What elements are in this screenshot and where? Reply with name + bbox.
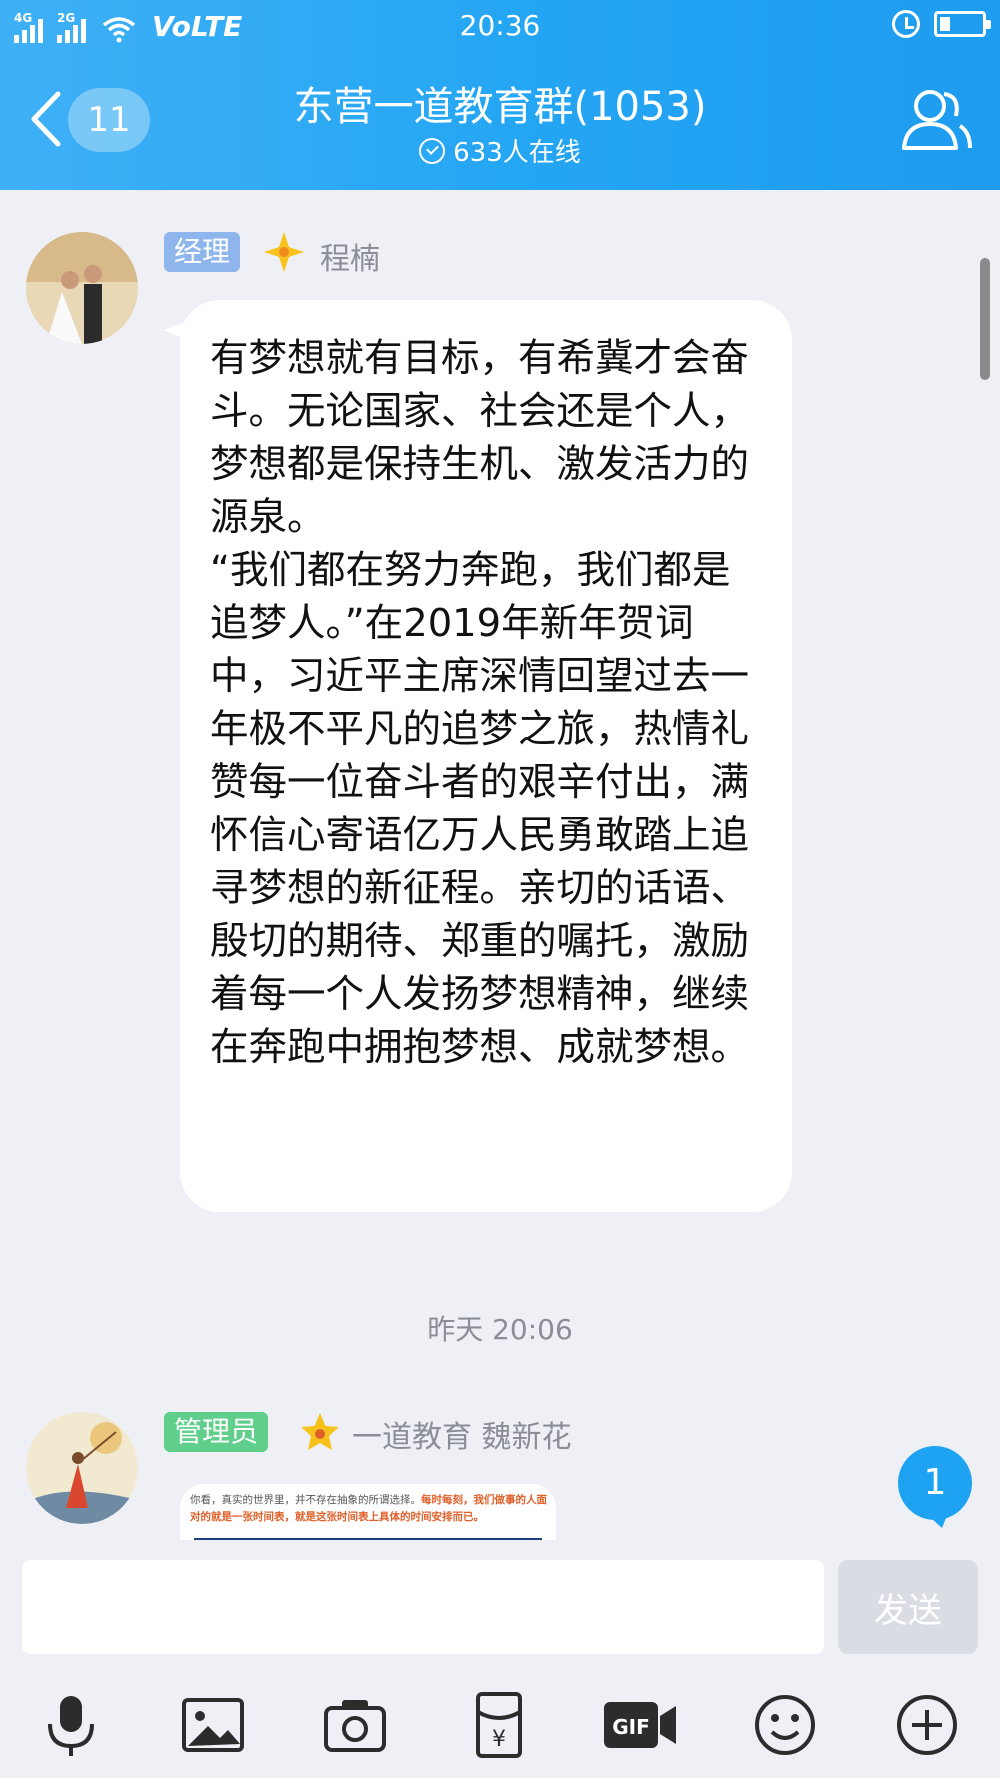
scrollbar[interactable]: [980, 258, 990, 380]
wedding-photo-icon: [26, 232, 138, 344]
badge-tail: [920, 1508, 950, 1528]
sender-name[interactable]: 一道教育 魏新花: [352, 1412, 572, 1456]
status-right: [892, 10, 991, 38]
svg-text:¥: ¥: [492, 1727, 506, 1752]
star-icon: [301, 1413, 339, 1450]
header: 4G 2G VoLTE 20:36 11 东营一道教育群(1053) 633人在…: [0, 0, 1000, 190]
battery-icon: [934, 11, 991, 37]
chat-title: 东营一道教育群(1053): [293, 84, 707, 130]
role-tag-admin: 管理员: [164, 1412, 269, 1452]
role-tag-manager: 经理: [164, 232, 241, 272]
online-count: 633人在线: [453, 138, 581, 168]
online-status[interactable]: 633人在线: [0, 132, 1000, 169]
group-members-icon[interactable]: [898, 84, 974, 154]
send-button[interactable]: 发送: [838, 1560, 978, 1654]
avatar[interactable]: [26, 232, 138, 344]
input-bar: 发送 ¥ GIF: [0, 1540, 1000, 1778]
diamond-star-icon: [264, 232, 304, 272]
image-caption: 你看，真实的世界里，并不存在抽象的所谓选择。每时每刻，我们做事的人面对的就是一张…: [190, 1494, 547, 1523]
camera-icon[interactable]: [320, 1690, 390, 1760]
alarm-icon: [892, 10, 920, 38]
gif-icon[interactable]: GIF: [600, 1690, 680, 1760]
painting-avatar-icon: [26, 1412, 138, 1524]
message-input[interactable]: [22, 1560, 824, 1654]
clock: 20:36: [459, 9, 541, 42]
red-packet-icon[interactable]: ¥: [464, 1690, 534, 1760]
plus-icon[interactable]: [892, 1690, 962, 1760]
svg-text:GIF: GIF: [612, 1715, 650, 1739]
status-bar: 4G 2G VoLTE 20:36: [0, 0, 1000, 52]
toolbar: ¥ GIF: [0, 1690, 1000, 1770]
message-bubble[interactable]: 有梦想就有目标，有希冀才会奋斗。无论国家、社会还是个人，梦想都是保持生机、激发活…: [180, 300, 792, 1212]
emoji-icon[interactable]: [750, 1690, 820, 1760]
microphone-icon[interactable]: [36, 1690, 106, 1760]
sender-name[interactable]: 程楠: [320, 234, 380, 278]
avatar[interactable]: [26, 1412, 138, 1524]
image-icon[interactable]: [178, 1690, 248, 1760]
chevron-down-circle-icon: [419, 137, 446, 164]
timestamp: 昨天 20:06: [427, 1313, 573, 1346]
